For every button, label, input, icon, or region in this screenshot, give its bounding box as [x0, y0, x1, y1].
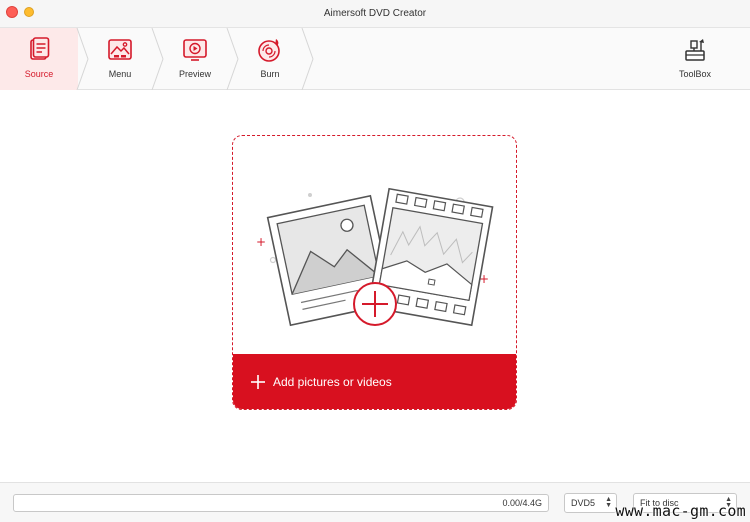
add-media-button[interactable]: Add pictures or videos: [233, 354, 516, 409]
toolbox-label: ToolBox: [678, 69, 712, 79]
step-preview-label: Preview: [178, 69, 211, 79]
menu-icon: [108, 39, 132, 60]
step-burn[interactable]: Burn: [230, 28, 310, 90]
burn-icon: [258, 39, 280, 62]
disc-type-value: DVD5: [571, 498, 596, 508]
preview-icon: [183, 39, 207, 61]
watermark: www.mac-gm.com: [615, 502, 746, 520]
disc-capacity-bar: 0.00/4.4G: [13, 494, 549, 512]
plus-icon: [251, 374, 265, 389]
step-toolbar: Source Menu Preview Burn ToolBox: [0, 28, 750, 90]
step-burn-label: Burn: [260, 69, 280, 79]
title-bar: Aimersoft DVD Creator: [0, 0, 750, 28]
media-drop-zone[interactable]: + + Add pictures or videos: [232, 135, 517, 410]
step-source-label: Source: [24, 69, 54, 79]
capacity-text: 0.00/4.4G: [502, 498, 542, 508]
step-separator: [301, 28, 314, 90]
add-media-label: Add pictures or videos: [273, 374, 392, 389]
disc-type-select[interactable]: DVD5 ▲ ▼: [564, 493, 617, 513]
step-preview[interactable]: Preview: [155, 28, 235, 90]
svg-text:+: +: [256, 235, 266, 249]
step-menu[interactable]: Menu: [80, 28, 160, 90]
updown-arrow-icon: ▲ ▼: [605, 496, 612, 509]
step-source[interactable]: Source: [0, 28, 78, 90]
media-illustration: + +: [256, 187, 494, 327]
bottom-bar: 0.00/4.4G DVD5 ▲ ▼ Fit to disc ▲ ▼ www.mac…: [0, 482, 750, 522]
window-title: Aimersoft DVD Creator: [323, 8, 427, 19]
toolbox-button[interactable]: ToolBox: [670, 28, 720, 90]
step-menu-label: Menu: [108, 69, 132, 79]
toolbox-icon: [685, 39, 705, 61]
source-icon: [30, 37, 50, 60]
